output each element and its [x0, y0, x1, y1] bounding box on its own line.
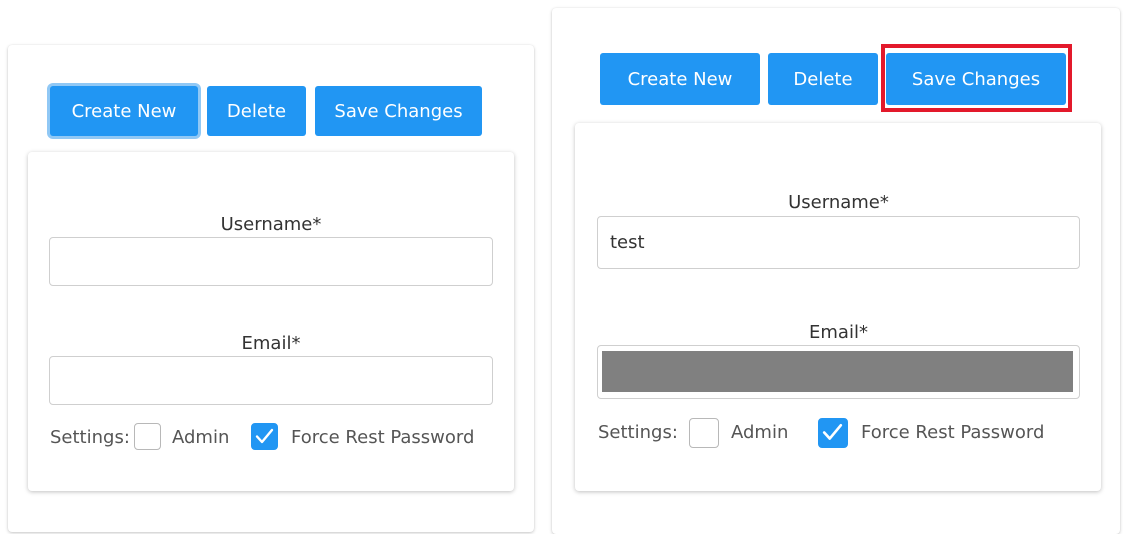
checkmark-icon: [255, 428, 274, 444]
force-reset-password-label: Force Rest Password: [861, 422, 1045, 443]
admin-checkbox[interactable]: [134, 423, 161, 450]
username-label: Username*: [220, 214, 322, 235]
save-changes-button[interactable]: Save Changes: [315, 86, 482, 136]
delete-button[interactable]: Delete: [207, 86, 306, 136]
settings-label: Settings:: [598, 422, 678, 443]
admin-checkbox[interactable]: [689, 418, 719, 448]
email-redaction: [602, 351, 1073, 392]
admin-label: Admin: [731, 422, 789, 443]
email-label: Email*: [809, 322, 868, 343]
admin-label: Admin: [172, 427, 230, 448]
create-new-button[interactable]: Create New: [600, 53, 760, 105]
username-label: Username*: [788, 192, 889, 213]
force-reset-password-checkbox[interactable]: [818, 418, 848, 448]
email-input[interactable]: [49, 356, 493, 405]
force-reset-password-checkbox[interactable]: [251, 423, 278, 450]
settings-label: Settings:: [50, 427, 130, 448]
username-input[interactable]: [49, 237, 493, 286]
create-new-button[interactable]: Create New: [50, 86, 198, 136]
username-input[interactable]: test: [597, 216, 1080, 269]
force-reset-password-label: Force Rest Password: [291, 427, 475, 448]
delete-button[interactable]: Delete: [768, 53, 878, 105]
save-changes-highlight: [881, 44, 1072, 112]
email-label: Email*: [241, 333, 301, 354]
checkmark-icon: [822, 423, 843, 440]
